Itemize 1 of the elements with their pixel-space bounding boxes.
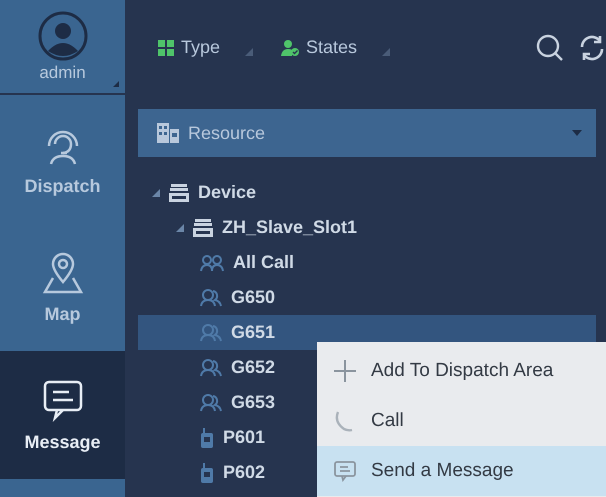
user-name: admin [39,62,86,82]
